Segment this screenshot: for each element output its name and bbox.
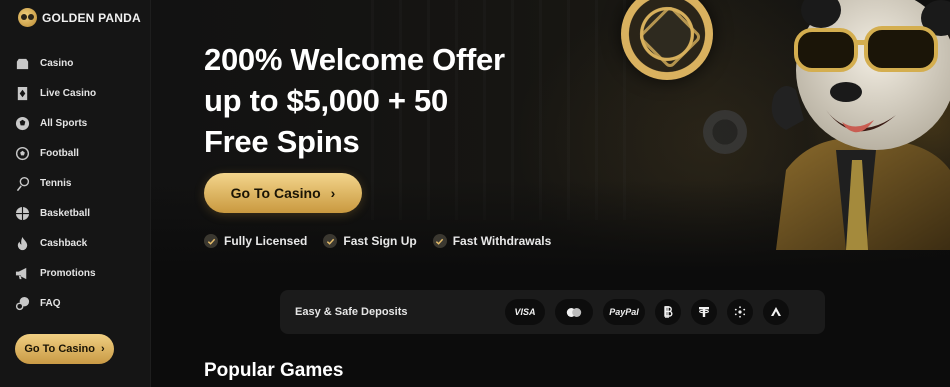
popular-games-title: Popular Games (204, 360, 344, 381)
feature-fast-sign-up: Fast Sign Up (323, 234, 417, 248)
sidebar-item-label: Football (40, 147, 79, 159)
sidebar-go-to-casino-button[interactable]: Go To Casino › (15, 334, 114, 364)
tennis-icon (15, 176, 30, 191)
sidebar-item-label: Casino (40, 57, 74, 69)
sidebar-item-all-sports[interactable]: All Sports (0, 108, 151, 138)
hero-title-line-1: 200% Welcome Offer (204, 42, 505, 77)
sidebar-item-basketball[interactable]: Basketball (0, 198, 151, 228)
sidebar-item-cashback[interactable]: Cashback (0, 228, 151, 258)
sidebar-item-label: Cashback (40, 237, 88, 249)
sidebar-item-promotions[interactable]: Promotions (0, 258, 151, 288)
brand-name: GOLDEN PANDA (42, 10, 141, 25)
hero-title-line-3: Free Spins (204, 124, 360, 159)
brand-logo[interactable]: GOLDEN PANDA (18, 8, 141, 27)
sidebar: GOLDEN PANDA Casino Live Casino All Spor… (0, 0, 151, 387)
hero-title-line-2: up to $5,000 + 50 (204, 83, 448, 118)
arbitrum-icon (763, 299, 789, 325)
payment-label: PayPal (609, 307, 639, 317)
sidebar-item-label: FAQ (40, 297, 61, 309)
feature-fully-licensed: Fully Licensed (204, 234, 307, 248)
casino-icon (15, 56, 30, 71)
payment-label: VISA (514, 307, 536, 317)
flame-icon (15, 236, 30, 251)
feature-fast-withdrawals: Fast Withdrawals (432, 234, 552, 248)
visa-icon: VISA (505, 299, 545, 325)
casino-chip-small-image (703, 110, 747, 154)
sidebar-item-football[interactable]: Football (0, 138, 151, 168)
hero-title: 200% Welcome Offer up to $5,000 + 50 Fre… (204, 39, 564, 162)
sidebar-item-casino[interactable]: Casino (0, 48, 151, 78)
sidebar-item-label: All Sports (40, 117, 88, 129)
sidebar-nav: Casino Live Casino All Sports Football T… (0, 48, 151, 318)
hero-features: Fully Licensed Fast Sign Up Fast Withdra… (204, 234, 551, 248)
sidebar-item-tennis[interactable]: Tennis (0, 168, 151, 198)
deposits-label: Easy & Safe Deposits (295, 306, 408, 318)
panda-mascot-image (771, 0, 950, 250)
sidebar-item-label: Promotions (40, 267, 96, 279)
feature-label: Fully Licensed (224, 234, 308, 248)
panda-logo-icon (18, 8, 37, 27)
check-icon (323, 234, 338, 248)
check-icon (204, 234, 218, 248)
payment-methods: VISA PayPal (505, 299, 789, 325)
deposits-bar: Easy & Safe Deposits VISA PayPal (280, 290, 825, 334)
feature-label: Fast Sign Up (343, 234, 417, 248)
chevron-right-icon: › (330, 185, 336, 201)
chat-icon (15, 296, 30, 311)
mastercard-icon (555, 299, 593, 325)
sidebar-item-label: Live Casino (40, 87, 97, 99)
chevron-right-icon: › (101, 343, 105, 355)
megaphone-icon (15, 266, 30, 281)
button-label: Go To Casino (230, 185, 321, 201)
tether-icon (691, 299, 717, 325)
basketball-icon (15, 206, 30, 221)
cardano-icon (727, 299, 753, 325)
sidebar-item-label: Tennis (40, 177, 72, 189)
bitcoin-icon (655, 299, 681, 325)
hero-go-to-casino-button[interactable]: Go To Casino › (204, 173, 362, 213)
main-content: 200% Welcome Offer up to $5,000 + 50 Fre… (151, 0, 950, 387)
all-sports-icon (15, 116, 30, 131)
sidebar-item-label: Basketball (40, 207, 91, 219)
football-icon (15, 146, 30, 161)
sidebar-item-live-casino[interactable]: Live Casino (0, 78, 151, 108)
paypal-icon: PayPal (603, 299, 645, 325)
button-label: Go To Casino (24, 343, 95, 355)
check-icon (432, 234, 447, 248)
feature-label: Fast Withdrawals (452, 234, 552, 248)
live-casino-icon (15, 86, 30, 101)
sidebar-item-faq[interactable]: FAQ (0, 288, 151, 318)
